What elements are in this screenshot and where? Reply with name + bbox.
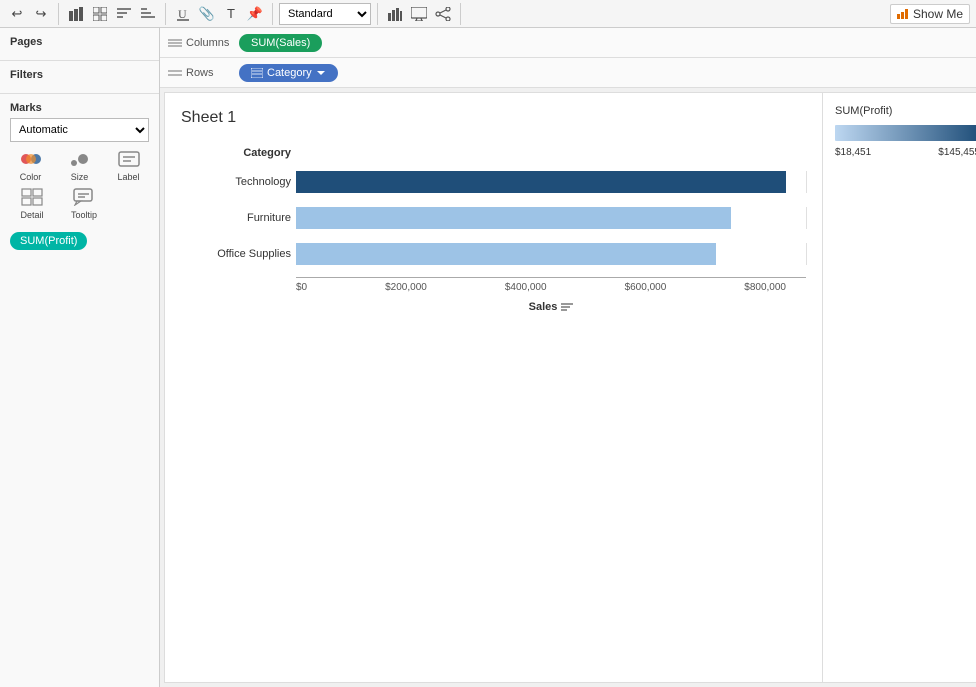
color-button[interactable]: Color <box>10 148 51 182</box>
sales-axis-label: Sales <box>529 301 558 313</box>
center-panel: Columns SUM(Sales) Rows Category Sheet 1 <box>160 28 976 687</box>
furniture-bar[interactable] <box>296 207 731 229</box>
toolbar: ↩ ↪ U 📎 T 📌 Standard Entire View Fixed W… <box>0 0 976 28</box>
monitor-button[interactable] <box>408 3 430 25</box>
bar-chart: Category Technology <box>181 143 806 313</box>
svg-text:U: U <box>178 7 187 21</box>
category-header-row: Category <box>296 143 806 163</box>
bar-row-office: Office Supplies <box>296 241 806 267</box>
sum-profit-container: SUM(Profit) <box>10 228 149 250</box>
x-label-1: $200,000 <box>385 282 427 293</box>
bar-row-technology: Technology <box>296 169 806 195</box>
filters-section: Filters <box>0 61 159 94</box>
technology-bar[interactable] <box>296 171 786 193</box>
bar-row-furniture: Furniture <box>296 205 806 231</box>
sort-asc-button[interactable] <box>137 3 159 25</box>
paperclip-button[interactable]: 📎 <box>196 3 218 25</box>
share-button[interactable] <box>432 3 454 25</box>
x-label-4: $800,000 <box>744 282 786 293</box>
redo-button[interactable]: ↪ <box>30 3 52 25</box>
detail-button[interactable]: Detail <box>10 186 54 220</box>
marks-type-select[interactable]: Automatic Bar Line Area <box>10 118 149 142</box>
view-group: Standard Entire View Fixed Width Fixed H… <box>279 3 378 25</box>
detail-label: Detail <box>20 210 43 220</box>
tooltip-button[interactable]: Tooltip <box>62 186 106 220</box>
pin-button[interactable]: 📌 <box>244 3 266 25</box>
office-bar-area <box>296 243 806 265</box>
furniture-bar-area <box>296 207 806 229</box>
furniture-label: Furniture <box>181 212 291 224</box>
left-panel: Pages Filters Marks Automatic Bar Line A… <box>0 28 160 687</box>
color-icon <box>17 148 45 170</box>
sales-axis-area: Sales <box>296 301 806 313</box>
formatting-group: U 📎 T 📌 <box>172 3 273 25</box>
chart-type-group <box>65 3 166 25</box>
columns-label: Columns <box>168 37 233 49</box>
marks-label: Marks <box>10 102 149 114</box>
presentation-group <box>384 3 461 25</box>
technology-label: Technology <box>181 176 291 188</box>
detail-icon <box>18 186 46 208</box>
size-button[interactable]: Size <box>59 148 100 182</box>
label-icon <box>115 148 143 170</box>
filters-label: Filters <box>10 69 149 81</box>
marks-row-1: Color Size <box>10 148 149 182</box>
legend-max: $145,455 <box>938 147 976 158</box>
pages-label: Pages <box>10 36 149 48</box>
canvas-and-legend: Sheet 1 Category Technology <box>164 92 976 683</box>
rows-shelf: Rows Category <box>160 58 976 88</box>
legend-range: $18,451 $145,455 <box>835 147 976 158</box>
size-label: Size <box>71 172 89 182</box>
office-label: Office Supplies <box>181 248 291 260</box>
bar-chart-button[interactable] <box>65 3 87 25</box>
label-label: Label <box>117 172 139 182</box>
view-select[interactable]: Standard Entire View Fixed Width Fixed H… <box>279 3 371 25</box>
label-button[interactable]: Label <box>108 148 149 182</box>
rows-pill[interactable]: Category <box>239 64 338 82</box>
x-axis-line <box>296 277 806 278</box>
x-axis-labels: $0 $200,000 $400,000 $600,000 $800,000 <box>296 282 786 293</box>
undo-button[interactable]: ↩ <box>6 3 28 25</box>
marks-row-2: Detail Tooltip <box>10 186 149 220</box>
category-header: Category <box>181 147 291 159</box>
grid-button[interactable] <box>89 3 111 25</box>
marks-section: Marks Automatic Bar Line Area <box>0 94 159 687</box>
size-icon <box>66 148 94 170</box>
sort-desc-button[interactable] <box>113 3 135 25</box>
office-bar[interactable] <box>296 243 716 265</box>
legend-min: $18,451 <box>835 147 871 158</box>
rows-label: Rows <box>168 67 233 79</box>
sum-profit-pill[interactable]: SUM(Profit) <box>10 232 87 250</box>
chart-title: Sheet 1 <box>181 109 806 127</box>
x-label-2: $400,000 <box>505 282 547 293</box>
columns-shelf: Columns SUM(Sales) <box>160 28 976 58</box>
chart-icon-button[interactable] <box>384 3 406 25</box>
sales-sort-icon[interactable] <box>561 302 573 312</box>
x-label-3: $600,000 <box>625 282 667 293</box>
tooltip-label: Tooltip <box>71 210 97 220</box>
text-button[interactable]: T <box>220 3 242 25</box>
legend-gradient <box>835 125 976 141</box>
underline-button[interactable]: U <box>172 3 194 25</box>
x-label-0: $0 <box>296 282 307 293</box>
technology-bar-area <box>296 171 806 193</box>
chart-container: Sheet 1 Category Technology <box>165 93 822 682</box>
pages-section: Pages <box>0 28 159 61</box>
columns-pill[interactable]: SUM(Sales) <box>239 34 322 52</box>
show-me-label: Show Me <box>913 7 963 21</box>
legend-panel: SUM(Profit) $18,451 $145,455 <box>822 93 976 682</box>
main-layout: Pages Filters Marks Automatic Bar Line A… <box>0 28 976 687</box>
undo-redo-group: ↩ ↪ <box>6 3 59 25</box>
tooltip-icon <box>70 186 98 208</box>
marks-icons-group: Color Size <box>10 148 149 220</box>
show-me-button[interactable]: Show Me <box>890 4 970 24</box>
legend-title: SUM(Profit) <box>835 105 976 117</box>
color-label: Color <box>20 172 42 182</box>
